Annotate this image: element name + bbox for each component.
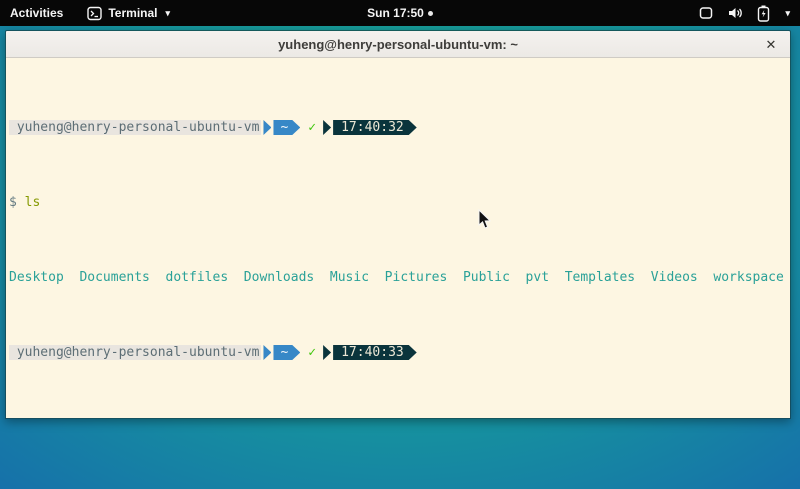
chevron-down-icon: ▾	[165, 8, 170, 19]
typed-command: ls	[25, 195, 41, 210]
terminal-app-icon	[87, 6, 102, 21]
ls-output-line: Desktop Documents dotfiles Downloads Mus…	[9, 270, 790, 285]
powerline-arrow-icon	[263, 120, 271, 135]
topbar-left: Activities Terminal ▾	[0, 0, 180, 26]
powerline-arrow-icon	[323, 120, 331, 135]
terminal-window: yuheng@henry-personal-ubuntu-vm: ~ ✕ yuh…	[5, 30, 791, 419]
top-bar: Activities Terminal ▾ Sun 17:50	[0, 0, 800, 26]
clock-button[interactable]: Sun 17:50	[367, 6, 433, 20]
close-button[interactable]: ✕	[761, 35, 781, 55]
directory-listing: Desktop Documents dotfiles Downloads Mus…	[9, 270, 784, 285]
app-menu-label: Terminal	[108, 6, 157, 20]
prompt-time: 17:40:32	[333, 120, 417, 135]
chevron-down-icon: ▾	[785, 8, 790, 19]
screen-icon	[698, 5, 714, 21]
command-line: $ ls	[9, 195, 790, 210]
powerline-arrow-icon	[323, 345, 331, 360]
window-titlebar[interactable]: yuheng@henry-personal-ubuntu-vm: ~ ✕	[6, 31, 790, 58]
notification-dot-icon	[428, 11, 433, 16]
terminal-content[interactable]: yuheng@henry-personal-ubuntu-vm ~ ✓ 17:4…	[6, 58, 790, 419]
clock-label: Sun 17:50	[367, 6, 424, 20]
system-tray[interactable]: ▾	[698, 0, 800, 26]
status-check-icon: ✓	[308, 120, 316, 135]
prompt-hostname: yuheng@henry-personal-ubuntu-vm	[9, 345, 261, 360]
window-title: yuheng@henry-personal-ubuntu-vm: ~	[278, 37, 518, 52]
activities-button[interactable]: Activities	[0, 0, 77, 26]
battery-charging-icon	[757, 5, 770, 22]
prompt-line-1: yuheng@henry-personal-ubuntu-vm ~ ✓ 17:4…	[9, 120, 790, 135]
prompt-cwd: ~	[273, 345, 300, 360]
status-check-icon: ✓	[308, 345, 316, 360]
prompt-dollar: $	[9, 195, 17, 210]
volume-icon	[727, 5, 744, 21]
app-menu-terminal[interactable]: Terminal ▾	[77, 0, 180, 26]
prompt-hostname: yuheng@henry-personal-ubuntu-vm	[9, 120, 261, 135]
prompt-time: 17:40:33	[333, 345, 417, 360]
powerline-arrow-icon	[263, 345, 271, 360]
prompt-line-2: yuheng@henry-personal-ubuntu-vm ~ ✓ 17:4…	[9, 345, 790, 360]
prompt-cwd: ~	[273, 120, 300, 135]
